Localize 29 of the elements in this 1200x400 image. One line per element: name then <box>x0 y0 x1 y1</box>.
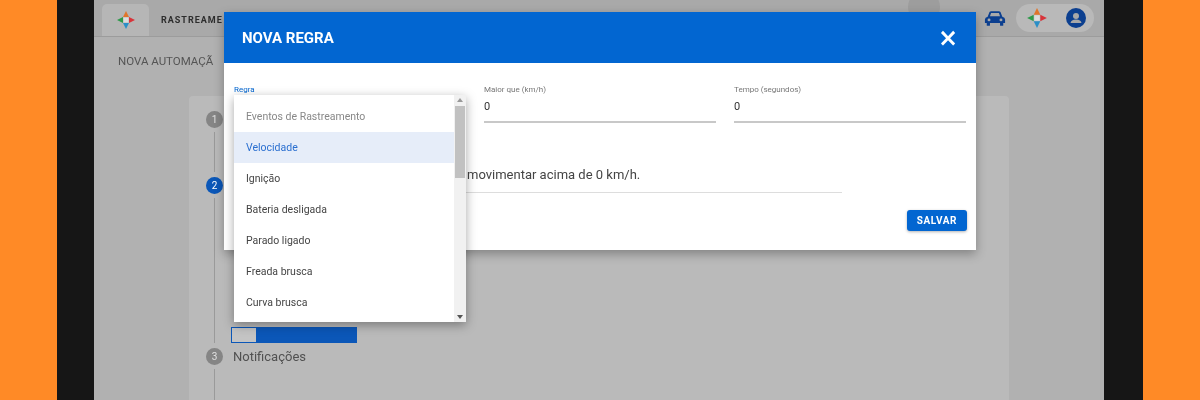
menu-item[interactable]: Curva brusca <box>234 287 454 318</box>
car-icon[interactable] <box>984 9 1006 27</box>
dialog-title: NOVA REGRA <box>242 28 334 47</box>
back-button[interactable] <box>231 327 257 343</box>
input-field[interactable]: 0 <box>484 95 716 123</box>
step-number: 1 <box>206 110 223 128</box>
field-label: Tempo (segundos) <box>734 85 803 95</box>
close-button[interactable]: × <box>937 25 958 50</box>
field-label: Regra <box>234 85 256 95</box>
menu-item[interactable]: Ignição <box>234 163 454 194</box>
compass-logo-icon <box>1026 7 1048 29</box>
menu-item[interactable]: Velocidade <box>234 132 454 163</box>
nav-tab[interactable]: RASTREAME <box>149 4 223 36</box>
account-pill[interactable] <box>1016 4 1094 32</box>
menu-item[interactable]: Parado ligado <box>234 225 454 256</box>
step-number: 3 <box>206 347 223 365</box>
menu-item[interactable]: Bateria desligada <box>234 194 454 225</box>
step-label: Notificações <box>233 348 306 364</box>
scrollbar[interactable] <box>454 95 466 322</box>
save-button[interactable]: SALVAR <box>906 210 967 231</box>
step-number: 2 <box>206 176 223 194</box>
menu-item[interactable]: Freada brusca <box>234 256 454 287</box>
input-field[interactable]: 0 <box>734 95 966 123</box>
user-icon <box>1066 8 1086 28</box>
description-text: movimentar acima de 0 km/h. <box>467 167 641 182</box>
compass-logo-icon <box>115 10 136 30</box>
menu-group-header: Eventos de Rastreamento <box>245 109 367 125</box>
field-label: Maior que (km/h) <box>484 85 548 95</box>
page-title: NOVA AUTOMAÇÃ <box>118 54 214 68</box>
